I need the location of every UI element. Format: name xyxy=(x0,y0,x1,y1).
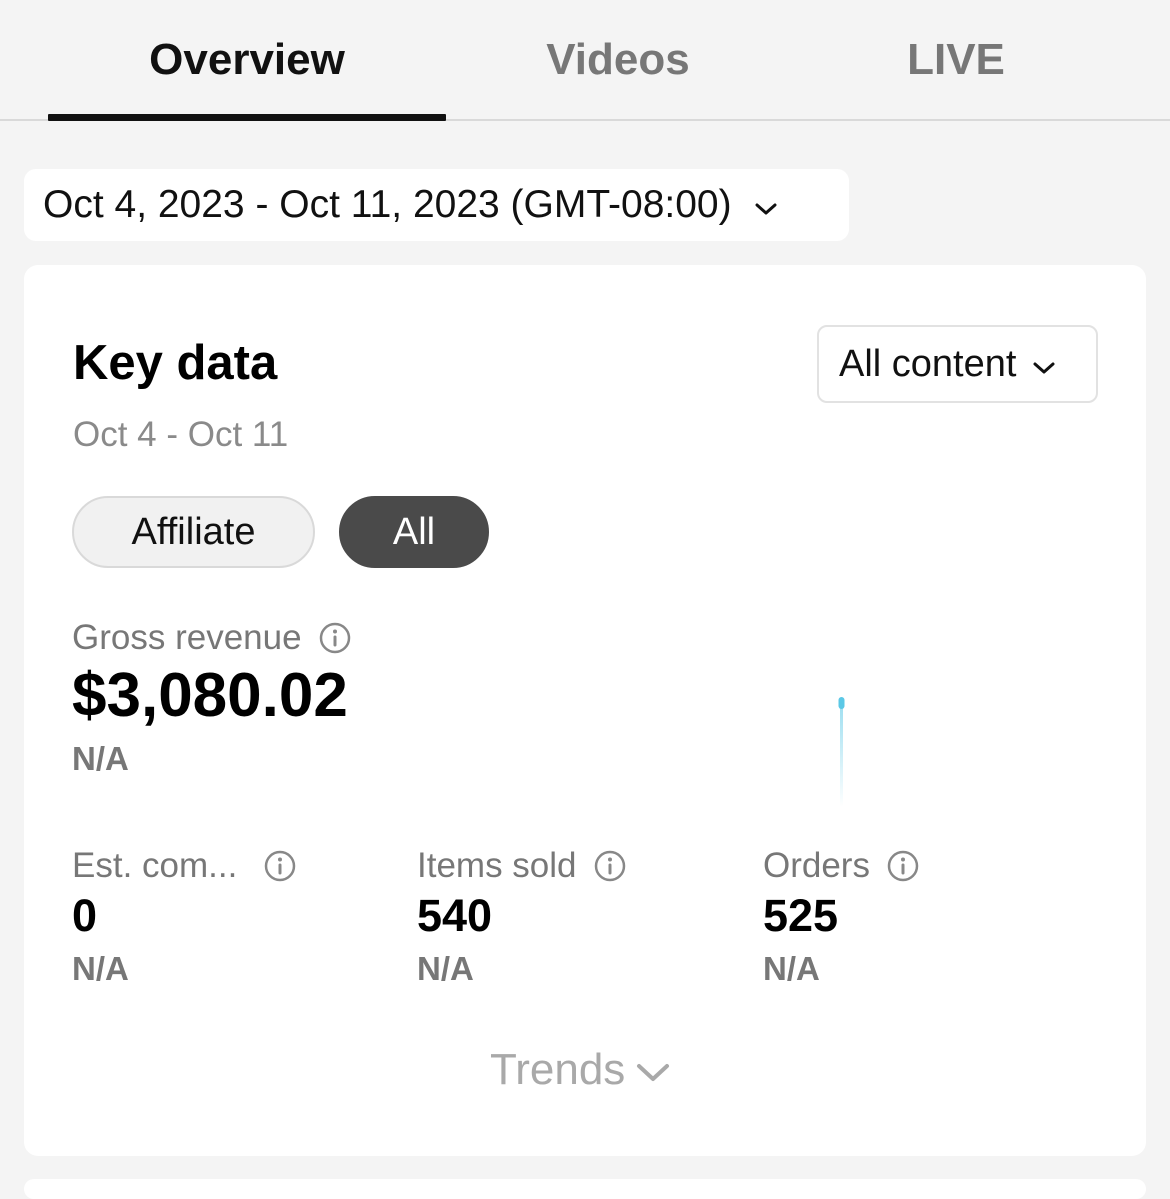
est-commission-label: Est. com... xyxy=(72,846,238,885)
tab-bar: Overview Videos LIVE xyxy=(0,0,1170,121)
info-icon[interactable] xyxy=(593,849,627,883)
segment-affiliate[interactable]: Affiliate xyxy=(72,496,315,568)
items-sold-value: 540 xyxy=(417,890,493,941)
trends-label: Trends xyxy=(490,1045,626,1094)
items-sold-label-row: Items sold xyxy=(417,846,627,886)
trends-toggle[interactable]: Trends xyxy=(490,1045,671,1095)
chevron-down-icon xyxy=(635,1045,671,1095)
items-sold-label: Items sold xyxy=(417,846,577,885)
orders-label-row: Orders xyxy=(763,846,920,886)
date-range-selector[interactable]: Oct 4, 2023 - Oct 11, 2023 (GMT-08:00) xyxy=(24,169,849,241)
gross-revenue-sparkline xyxy=(838,697,845,807)
content-filter-label: All content xyxy=(839,342,1017,385)
card-date-subtitle: Oct 4 - Oct 11 xyxy=(73,415,289,454)
chevron-down-icon xyxy=(754,183,778,227)
next-card xyxy=(24,1179,1146,1199)
orders-value: 525 xyxy=(763,890,839,941)
card-title: Key data xyxy=(73,336,278,390)
date-range-label: Oct 4, 2023 - Oct 11, 2023 (GMT-08:00) xyxy=(43,183,732,226)
active-tab-indicator xyxy=(48,114,446,121)
chevron-down-icon xyxy=(1032,343,1056,386)
items-sold-change: N/A xyxy=(417,950,474,987)
content-filter-dropdown[interactable]: All content xyxy=(817,325,1098,403)
info-icon[interactable] xyxy=(263,849,297,883)
est-commission-value: 0 xyxy=(72,890,98,941)
info-icon[interactable] xyxy=(318,621,352,655)
est-commission-label-row: Est. com... xyxy=(72,846,297,886)
orders-change: N/A xyxy=(763,950,820,987)
tab-videos[interactable]: Videos xyxy=(468,32,768,88)
key-data-card: Key data Oct 4 - Oct 11 All content Affi… xyxy=(24,265,1146,1156)
segment-all[interactable]: All xyxy=(339,496,489,568)
gross-revenue-label-row: Gross revenue xyxy=(72,618,352,658)
gross-revenue-value: $3,080.02 xyxy=(72,661,348,730)
info-icon[interactable] xyxy=(886,849,920,883)
orders-label: Orders xyxy=(763,846,870,885)
tab-live[interactable]: LIVE xyxy=(806,32,1106,88)
gross-revenue-label: Gross revenue xyxy=(72,618,302,657)
tab-overview[interactable]: Overview xyxy=(48,32,446,88)
est-commission-change: N/A xyxy=(72,950,129,987)
gross-revenue-change: N/A xyxy=(72,740,129,777)
